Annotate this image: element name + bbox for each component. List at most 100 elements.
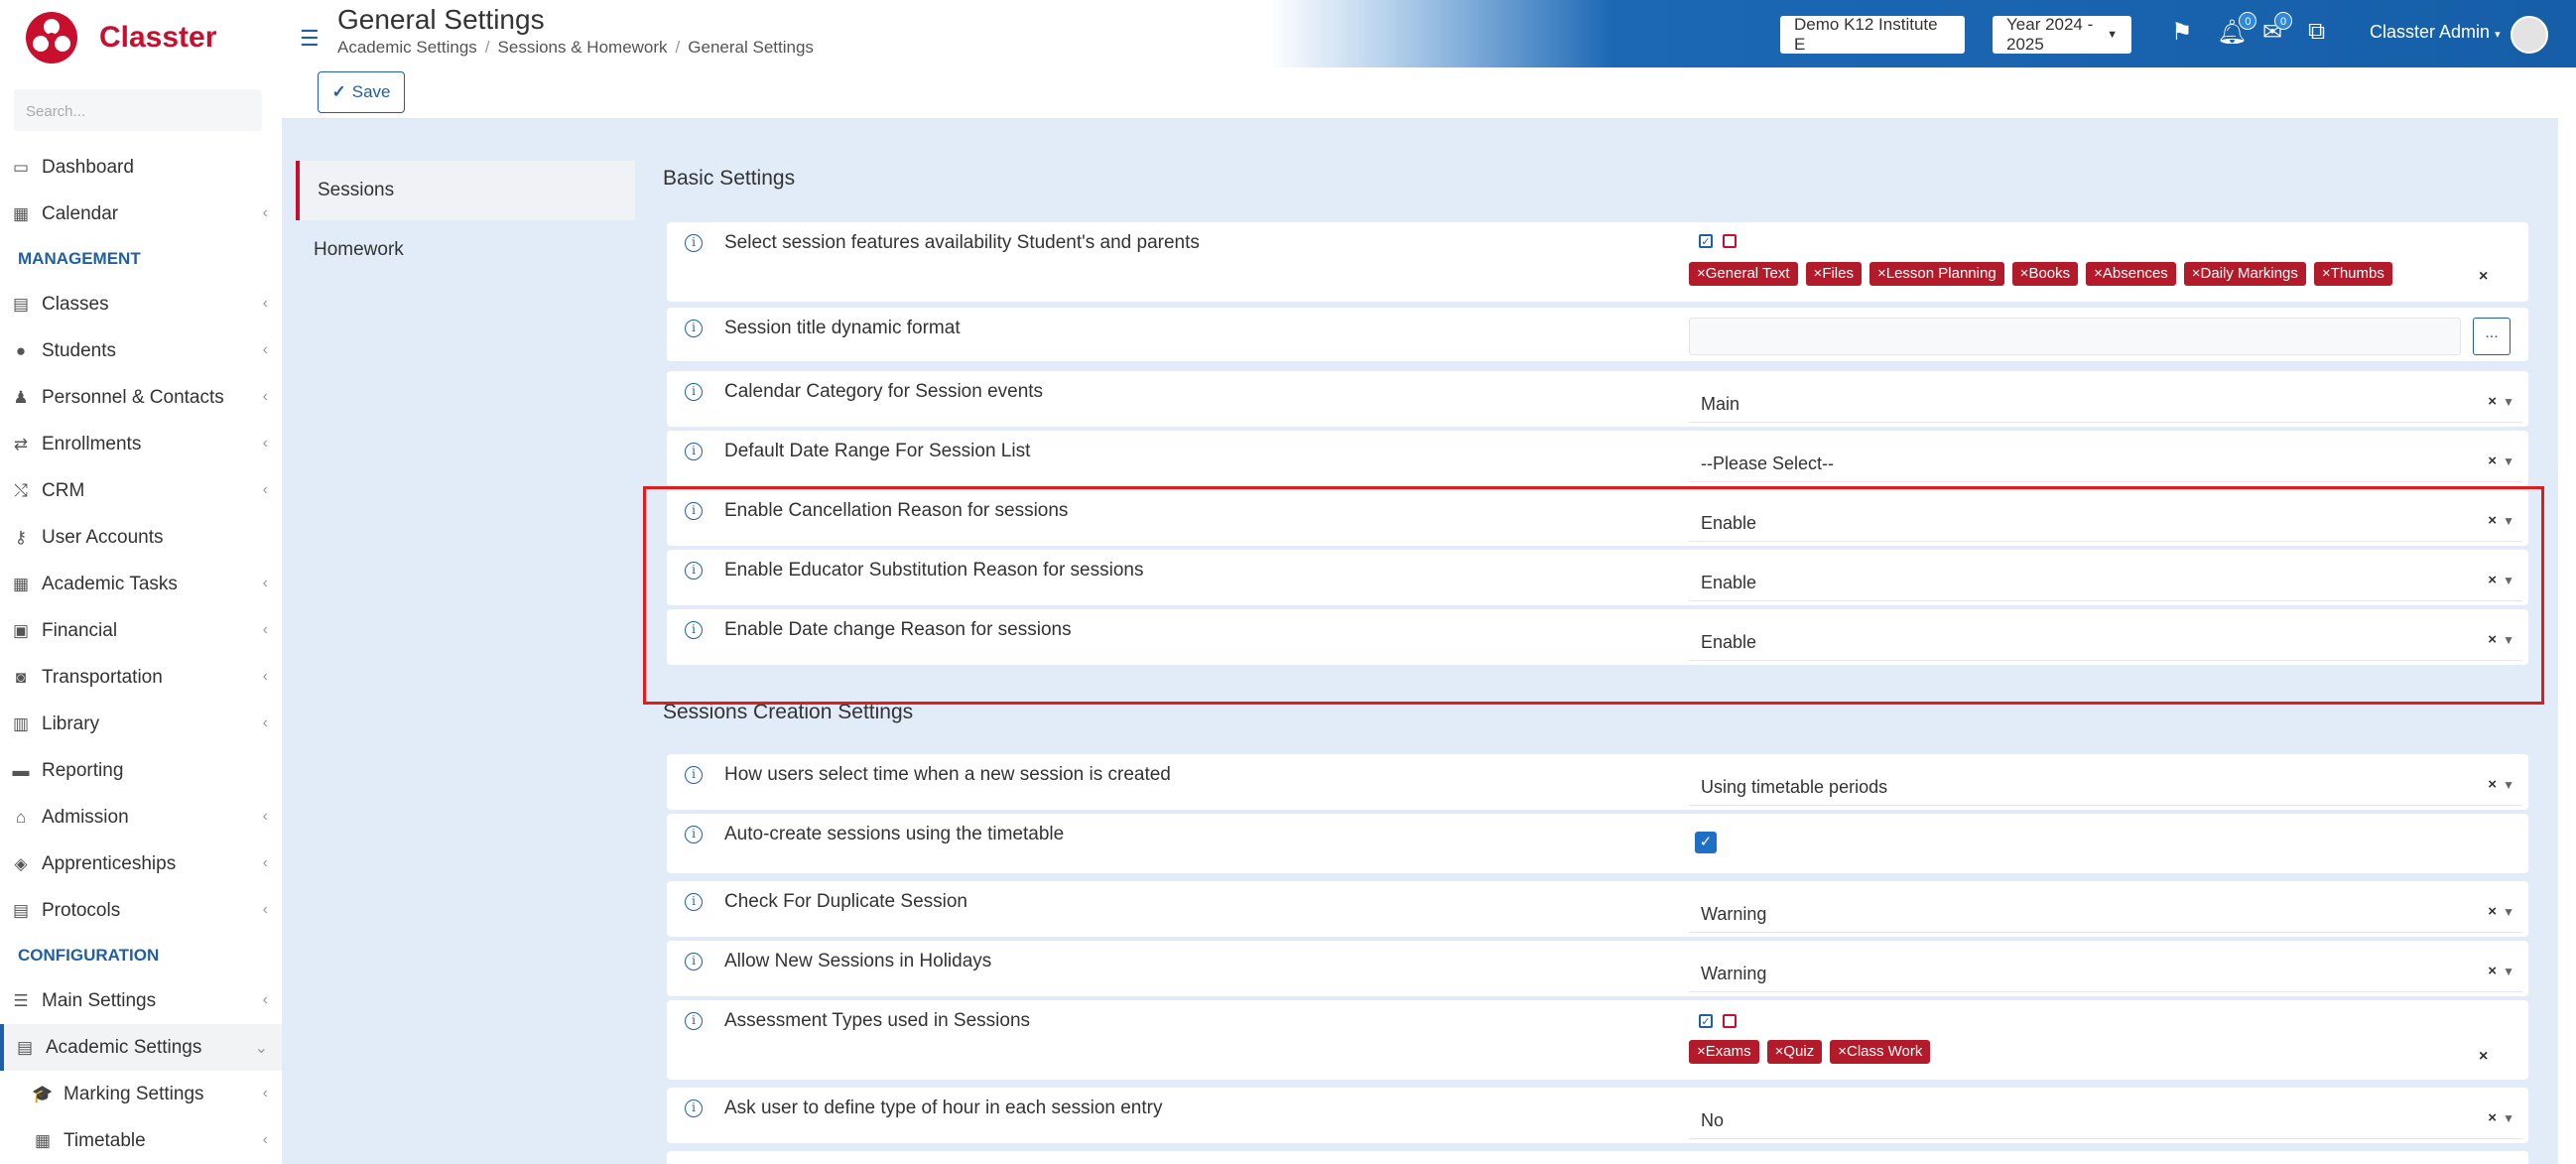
sidebar-item-students[interactable]: ● Students ‹ xyxy=(0,327,282,374)
sidebar-item-classes[interactable]: ▤ Classes ‹ xyxy=(0,281,282,327)
setting-label: Select session features availability Stu… xyxy=(724,232,1200,253)
title-format-input[interactable] xyxy=(1689,318,2461,355)
tag-chip[interactable]: ×Class Work xyxy=(1830,1040,1931,1064)
sidebar-item-academic-tasks[interactable]: ▦ Academic Tasks ‹ xyxy=(0,561,282,607)
setting-row-holidays: i Allow New Sessions in Holidays Warning… xyxy=(667,941,2528,996)
user-menu[interactable]: Classter Admin ▾ xyxy=(2370,22,2501,43)
features-tags: ×General Text ×Files ×Lesson Planning ×B… xyxy=(1689,262,2392,286)
tag-chip[interactable]: ×Thumbs xyxy=(2313,262,2392,286)
sidebar-item-transportation[interactable]: ◙ Transportation ‹ xyxy=(0,654,282,701)
clear-tags-icon[interactable]: × xyxy=(2479,1048,2488,1066)
setting-label: Auto-create sessions using the timetable xyxy=(724,824,1065,844)
duplicate-select[interactable]: Warning × ▼ xyxy=(1689,893,2522,933)
tab-homework[interactable]: Homework xyxy=(296,220,635,280)
save-button[interactable]: ✓ Save xyxy=(318,71,405,113)
sidebar-item-apprenticeships[interactable]: ◈ Apprenticeships ‹ xyxy=(0,841,282,887)
auto-create-checkbox[interactable]: ✓ xyxy=(1695,832,1717,853)
layers-icon[interactable]: ⧉ xyxy=(2308,18,2325,46)
sidebar-item-personnel-contacts[interactable]: ♟ Personnel & Contacts ‹ xyxy=(0,374,282,421)
breadcrumb-item: General Settings xyxy=(688,38,814,57)
tag-chip[interactable]: ×General Text xyxy=(1689,262,1798,286)
tag-chip[interactable]: ×Books xyxy=(2011,262,2079,286)
tag-chip[interactable]: ×Daily Markings xyxy=(2183,262,2306,286)
info-icon[interactable]: i xyxy=(685,562,703,580)
deselect-all-icon[interactable] xyxy=(1723,1014,1737,1028)
info-icon[interactable]: i xyxy=(685,234,703,252)
hamburger-menu-icon[interactable]: ☰ xyxy=(300,26,320,52)
holidays-select[interactable]: Warning × ▼ xyxy=(1689,953,2522,992)
sidebar-item-dashboard[interactable]: ▭ Dashboard xyxy=(0,144,282,191)
sidebar-item-reporting[interactable]: ▬ Reporting xyxy=(0,747,282,794)
sidebar-item-label: Academic Tasks xyxy=(42,573,178,594)
avatar[interactable] xyxy=(2511,16,2548,54)
info-icon[interactable]: i xyxy=(685,826,703,843)
sidebar-item-academic-settings[interactable]: ▤ Academic Settings ⌄ xyxy=(0,1024,282,1071)
date-range-select[interactable]: --Please Select-- × ▼ xyxy=(1689,443,2522,482)
sidebar-item-crm[interactable]: ⤭ CRM ‹ xyxy=(0,467,282,514)
bell-icon[interactable]: 🔔︎ 0 xyxy=(2217,12,2257,47)
select-value: --Please Select-- xyxy=(1701,453,1835,473)
section-title-creation: Sessions Creation Settings xyxy=(663,701,914,723)
classes-icon: ▤ xyxy=(12,294,30,314)
clear-tags-icon[interactable]: × xyxy=(2479,268,2488,286)
info-icon[interactable]: i xyxy=(685,621,703,639)
sidebar-item-label: Calendar xyxy=(42,202,119,224)
setting-row-assessment: i Assessment Types used in Sessions ✓ ×E… xyxy=(667,1000,2528,1080)
date-change-select[interactable]: Enable × ▼ xyxy=(1689,621,2522,661)
graduation-cap-icon: 🎓 xyxy=(32,1084,54,1103)
title-format-button[interactable]: ... xyxy=(2473,318,2511,355)
nav-section-title: CONFIGURATION xyxy=(18,946,160,965)
info-icon[interactable]: i xyxy=(685,443,703,460)
tag-chip[interactable]: ×Quiz xyxy=(1766,1040,1823,1064)
sidebar-item-calendar[interactable]: ▦ Calendar ‹ xyxy=(0,191,282,237)
info-icon[interactable]: i xyxy=(685,1012,703,1030)
sidebar-item-label: User Accounts xyxy=(42,526,164,548)
tag-chip[interactable]: ×Exams xyxy=(1689,1040,1759,1064)
calendar-icon: ▦ xyxy=(12,203,30,223)
chevron-icon: ‹ xyxy=(262,341,268,358)
deselect-all-icon[interactable] xyxy=(1723,234,1737,248)
sidebar-item-admission[interactable]: ⌂ Admission ‹ xyxy=(0,794,282,841)
sidebar-item-main-settings[interactable]: ☰ Main Settings ‹ xyxy=(0,977,282,1024)
sidebar-item-timetable[interactable]: ▦ Timetable ‹ xyxy=(0,1117,282,1164)
messages-badge: 0 xyxy=(2274,12,2293,30)
year-selector[interactable]: Year 2024 - 2025 ▼ xyxy=(1993,15,2131,54)
year-label: Year 2024 - 2025 xyxy=(2006,15,2094,54)
app-logo[interactable]: Classter xyxy=(24,10,216,65)
sidebar-item-label: Library xyxy=(42,712,100,734)
info-icon[interactable]: i xyxy=(685,320,703,337)
info-icon[interactable]: i xyxy=(685,1099,703,1117)
tab-sessions[interactable]: Sessions xyxy=(296,161,635,220)
info-icon[interactable]: i xyxy=(685,502,703,520)
cancellation-select[interactable]: Enable × ▼ xyxy=(1689,502,2522,542)
hour-type-select[interactable]: No × ▼ xyxy=(1689,1099,2522,1139)
info-icon[interactable]: i xyxy=(685,953,703,970)
info-icon[interactable]: i xyxy=(685,893,703,911)
breadcrumb-item[interactable]: Sessions & Homework xyxy=(498,38,668,57)
tag-chip[interactable]: ×Lesson Planning xyxy=(1868,262,2004,286)
sidebar-item-marking-settings[interactable]: 🎓 Marking Settings ‹ xyxy=(0,1071,282,1117)
tag-chip[interactable]: ×Absences xyxy=(2086,262,2176,286)
envelope-icon[interactable]: ✉ 0 xyxy=(2262,12,2293,47)
tag-chip[interactable]: ×Files xyxy=(1805,262,1862,286)
time-select-select[interactable]: Using timetable periods × ▼ xyxy=(1689,766,2522,806)
flag-icon[interactable]: ⚑ xyxy=(2171,18,2193,47)
info-icon[interactable]: i xyxy=(685,766,703,784)
chevron-icon: ‹ xyxy=(262,1085,268,1101)
calendar-category-select[interactable]: Main × ▼ xyxy=(1689,383,2522,423)
sidebar-item-protocols[interactable]: ▤ Protocols ‹ xyxy=(0,887,282,934)
select-all-icon[interactable]: ✓ xyxy=(1699,234,1713,248)
sidebar-item-library[interactable]: ▥ Library ‹ xyxy=(0,701,282,747)
institute-selector[interactable]: Demo K12 Institute E xyxy=(1780,15,1965,54)
substitution-select[interactable]: Enable × ▼ xyxy=(1689,562,2522,601)
select-all-icon[interactable]: ✓ xyxy=(1699,1014,1713,1028)
chevron-icon: ‹ xyxy=(262,481,268,498)
sidebar-search-input[interactable]: Search... xyxy=(14,89,262,131)
breadcrumb-item[interactable]: Academic Settings xyxy=(337,38,477,57)
info-icon[interactable]: i xyxy=(685,383,703,401)
sidebar-item-financial[interactable]: ▣ Financial ‹ xyxy=(0,607,282,654)
app-name: Classter xyxy=(99,21,217,54)
sidebar-item-user-accounts[interactable]: ⚷ User Accounts xyxy=(0,514,282,561)
sidebar-item-enrollments[interactable]: ⇄ Enrollments ‹ xyxy=(0,421,282,467)
chevron-icon: ‹ xyxy=(262,991,268,1008)
